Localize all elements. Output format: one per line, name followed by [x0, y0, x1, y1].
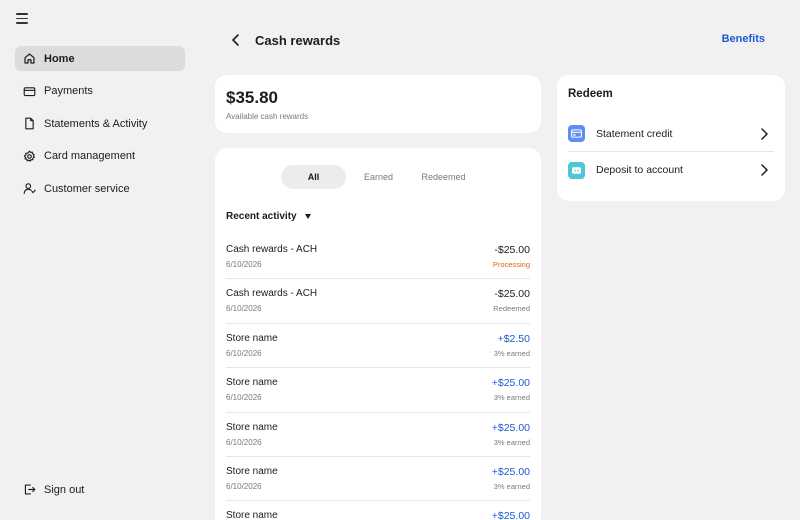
caret-down-icon — [304, 214, 311, 219]
document-icon — [23, 117, 36, 130]
tab-redeemed[interactable]: Redeemed — [411, 165, 476, 189]
sidebar-item-label: Payments — [44, 85, 93, 97]
sidebar: Home Payments Statements & Activity Card… — [15, 46, 185, 209]
chevron-right-icon — [758, 163, 770, 177]
activity-card: All Earned Redeemed Recent activity Cash… — [215, 148, 541, 520]
sign-out-label: Sign out — [44, 483, 85, 496]
deposit-icon — [568, 161, 585, 179]
statement-credit-icon — [568, 125, 585, 142]
page-header: Cash rewards Benefits — [228, 30, 768, 50]
chevron-right-icon — [758, 127, 770, 141]
sidebar-item-label: Home — [44, 52, 75, 65]
sidebar-item-payments[interactable]: Payments — [15, 79, 185, 104]
balance-label: Available cash rewards — [226, 112, 309, 121]
table-row[interactable]: Store name +$25.00 — [226, 501, 530, 520]
sidebar-item-customer-service[interactable]: Customer service — [15, 176, 185, 201]
transaction-status: 3% earned — [493, 348, 530, 358]
redeem-option-label: Statement credit — [596, 127, 673, 140]
transaction-date: 6/10/2026 — [226, 348, 262, 358]
back-arrow-icon[interactable] — [228, 32, 244, 48]
transaction-date: 6/10/2026 — [226, 304, 262, 314]
tab-all[interactable]: All — [281, 165, 346, 189]
sidebar-item-label: Statements & Activity — [44, 117, 148, 130]
redeem-title: Redeem — [568, 88, 613, 100]
sidebar-item-statements[interactable]: Statements & Activity — [15, 111, 185, 136]
transaction-status: 3% earned — [493, 481, 530, 491]
person-icon — [23, 182, 36, 195]
transaction-name: Cash rewards - ACH — [226, 288, 318, 300]
transaction-status: 3% earned — [493, 437, 530, 447]
transaction-amount: +$25.00 — [491, 465, 530, 478]
transaction-date: 6/10/2026 — [226, 481, 262, 491]
filter-tabs: All Earned Redeemed — [281, 165, 476, 189]
table-row[interactable]: Store name 6/10/2026 +$25.00 3% earned — [226, 413, 530, 457]
recent-activity-label: Recent activity — [226, 211, 297, 222]
table-row[interactable]: Store name 6/10/2026 +$25.00 3% earned — [226, 368, 530, 413]
transaction-name: Store name — [226, 510, 278, 520]
transaction-amount: +$2.50 — [497, 332, 530, 345]
benefits-link[interactable]: Benefits — [722, 33, 765, 45]
transaction-name: Store name — [226, 377, 278, 389]
deposit-to-account-option[interactable]: Deposit to account — [568, 152, 774, 188]
transaction-name: Cash rewards - ACH — [226, 244, 318, 255]
transaction-amount: +$25.00 — [491, 510, 530, 520]
tab-earned[interactable]: Earned — [346, 165, 411, 189]
sign-out-icon — [23, 483, 36, 496]
transaction-status: 3% earned — [493, 393, 530, 403]
transaction-name: Store name — [226, 465, 278, 477]
home-icon — [23, 52, 36, 65]
card-icon — [23, 85, 36, 98]
page-title: Cash rewards — [255, 32, 341, 48]
sidebar-item-home[interactable]: Home — [15, 46, 185, 71]
sidebar-item-label: Customer service — [44, 182, 130, 195]
transaction-status: Redeemed — [493, 304, 530, 314]
transaction-amount: +$25.00 — [491, 377, 530, 390]
balance-card: $35.80 Available cash rewards — [215, 75, 541, 133]
hamburger-menu-icon[interactable] — [16, 13, 28, 25]
sidebar-item-label: Card management — [44, 150, 136, 162]
redeem-card: Redeem Statement credit Deposit to accou… — [557, 75, 785, 201]
transaction-status: Processing — [492, 260, 530, 269]
transaction-name: Store name — [226, 332, 278, 344]
balance-amount: $35.80 — [226, 88, 278, 107]
transaction-amount: +$25.00 — [491, 421, 530, 434]
transaction-amount: -$25.00 — [494, 244, 530, 256]
statement-credit-option[interactable]: Statement credit — [568, 116, 774, 152]
table-row[interactable]: Cash rewards - ACH 6/10/2026 -$25.00 Pro… — [226, 235, 530, 280]
transaction-date: 6/10/2026 — [226, 260, 262, 269]
table-row[interactable]: Store name 6/10/2026 +$2.50 3% earned — [226, 324, 530, 369]
transaction-date: 6/10/2026 — [226, 393, 262, 403]
recent-activity-dropdown[interactable]: Recent activity — [226, 211, 311, 222]
sidebar-item-card-management[interactable]: Card management — [15, 144, 185, 169]
transaction-date: 6/10/2026 — [226, 437, 262, 447]
transaction-name: Store name — [226, 421, 278, 433]
redeem-option-label: Deposit to account — [596, 164, 683, 176]
transaction-amount: -$25.00 — [494, 288, 530, 301]
gear-icon — [23, 149, 36, 163]
transaction-list: Cash rewards - ACH 6/10/2026 -$25.00 Pro… — [226, 235, 530, 520]
table-row[interactable]: Cash rewards - ACH 6/10/2026 -$25.00 Red… — [226, 279, 530, 324]
sign-out-button[interactable]: Sign out — [15, 477, 185, 502]
table-row[interactable]: Store name 6/10/2026 +$25.00 3% earned — [226, 457, 530, 502]
